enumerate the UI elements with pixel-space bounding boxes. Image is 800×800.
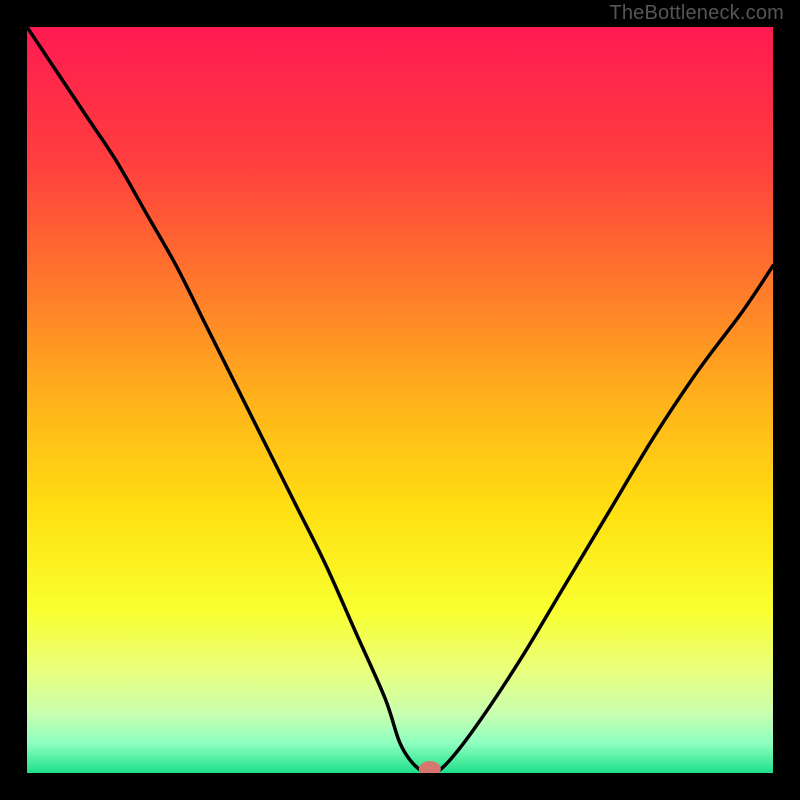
plot-area xyxy=(27,27,773,773)
chart-canvas xyxy=(27,27,773,773)
attribution-watermark: TheBottleneck.com xyxy=(609,2,784,25)
gradient-background xyxy=(27,27,773,773)
chart-frame xyxy=(13,13,787,787)
